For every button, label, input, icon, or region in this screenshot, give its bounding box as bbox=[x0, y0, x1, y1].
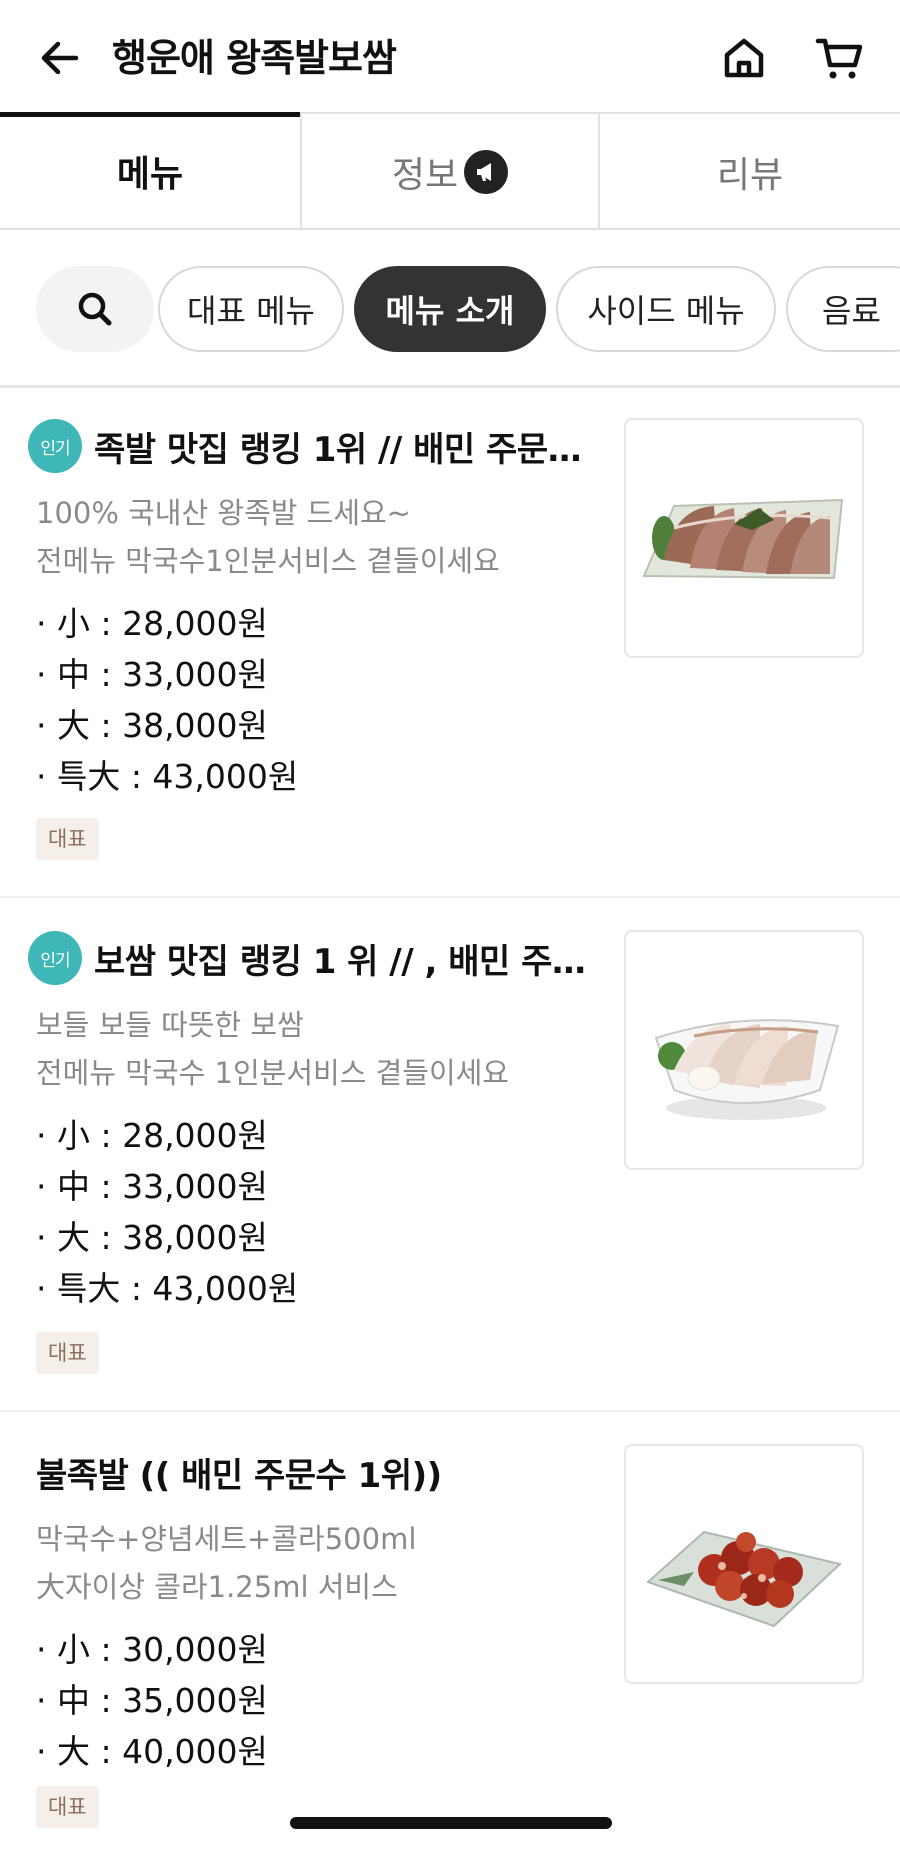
price-line: · 大 : 40,000원 bbox=[36, 1732, 268, 1771]
chip-drinks[interactable]: 음료 bbox=[786, 266, 900, 352]
price-line: · 中 : 35,000원 bbox=[36, 1681, 268, 1720]
price-line: · 中 : 33,000원 bbox=[36, 1167, 268, 1206]
tab-bar: 메뉴 정보 리뷰 bbox=[0, 112, 900, 230]
price-line: · 小 : 30,000원 bbox=[36, 1630, 268, 1669]
store-title: 행운애 왕족발보쌈 bbox=[112, 36, 397, 80]
menu-item-description: 막국수+양념세트+콜라500ml bbox=[36, 1522, 417, 1556]
menu-item-name: 보쌈 맛집 랭킹 1 위 // , 배민 주문수 1위 bbox=[94, 941, 588, 982]
home-icon bbox=[724, 38, 764, 78]
menu-item-description: 보들 보들 따뜻한 보쌈 bbox=[36, 1008, 304, 1042]
representative-tag: 대표 bbox=[36, 1332, 99, 1374]
menu-item-title-row: 인기 족발 맛집 랭킹 1위 // 배민 주문수 1위 bbox=[28, 418, 588, 474]
menu-item-photo[interactable] bbox=[624, 1444, 864, 1684]
menu-item-description: 大자이상 콜라1.25ml 서비스 bbox=[36, 1570, 398, 1604]
jokbal-photo bbox=[642, 498, 844, 580]
menu-item[interactable]: 인기 보쌈 맛집 랭킹 1 위 // , 배민 주문수 1위 보들 보들 따뜻한… bbox=[0, 900, 900, 1412]
menu-item-name: 족발 맛집 랭킹 1위 // 배민 주문수 1위 bbox=[94, 429, 588, 470]
chip-side-menu[interactable]: 사이드 메뉴 bbox=[556, 266, 776, 352]
menu-item-photo[interactable] bbox=[624, 418, 864, 658]
price-list: · 小 : 28,000원 · 中 : 33,000원 · 大 : 38,000… bbox=[36, 1110, 576, 1314]
representative-tag: 대표 bbox=[36, 1786, 99, 1828]
cart-button[interactable] bbox=[812, 30, 868, 86]
price-line: · 특大 : 43,000원 bbox=[36, 757, 299, 796]
price-list: · 小 : 28,000원 · 中 : 33,000원 · 大 : 38,000… bbox=[36, 598, 576, 802]
bossam-photo bbox=[654, 1019, 840, 1120]
tab-menu-label: 메뉴 bbox=[116, 154, 184, 195]
menu-item-description: 전메뉴 막국수1인분서비스 곁들이세요 bbox=[36, 544, 500, 578]
menu-item[interactable]: 인기 족발 맛집 랭킹 1위 // 배민 주문수 1위 100% 국내산 왕족발… bbox=[0, 388, 900, 898]
price-line: · 특大 : 43,000원 bbox=[36, 1269, 299, 1308]
price-line: · 大 : 38,000원 bbox=[36, 1218, 268, 1257]
menu-item-photo[interactable] bbox=[624, 930, 864, 1170]
popular-badge: 인기 bbox=[28, 931, 82, 985]
price-list: · 小 : 30,000원 · 中 : 35,000원 · 大 : 40,000… bbox=[36, 1624, 576, 1777]
chip-representative-menu[interactable]: 대표 메뉴 bbox=[158, 266, 344, 352]
price-line: · 中 : 33,000원 bbox=[36, 655, 268, 694]
price-line: · 小 : 28,000원 bbox=[36, 604, 268, 643]
app-screen: 행운애 왕족발보쌈 메뉴 정보 리뷰 대표 메뉴 메뉴 소개 사이드 메뉴 음료… bbox=[0, 0, 900, 1849]
tab-info-label: 정보 bbox=[391, 155, 459, 196]
menu-item-description: 전메뉴 막국수 1인분서비스 곁들이세요 bbox=[36, 1056, 509, 1090]
tab-review[interactable]: 리뷰 bbox=[600, 112, 900, 230]
price-line: · 小 : 28,000원 bbox=[36, 1116, 268, 1155]
spicy-jokbal-photo bbox=[646, 1530, 843, 1628]
menu-item-title-row: 불족발 (( 배민 주문수 1위)) bbox=[36, 1444, 596, 1500]
tab-menu[interactable]: 메뉴 bbox=[0, 112, 300, 230]
home-button[interactable] bbox=[716, 30, 772, 86]
menu-item-description: 100% 국내산 왕족발 드세요~ bbox=[36, 496, 411, 530]
chip-menu-intro[interactable]: 메뉴 소개 bbox=[354, 266, 546, 352]
menu-item[interactable]: 불족발 (( 배민 주문수 1위)) 막국수+양념세트+콜라500ml 大자이상… bbox=[0, 1414, 900, 1849]
header: 행운애 왕족발보쌈 bbox=[0, 0, 900, 112]
search-icon bbox=[78, 292, 112, 326]
menu-item-name: 불족발 (( 배민 주문수 1위)) bbox=[36, 1455, 442, 1496]
tab-review-label: 리뷰 bbox=[716, 155, 784, 196]
tab-selected-indicator bbox=[0, 112, 300, 117]
cart-icon bbox=[815, 38, 863, 79]
price-line: · 大 : 38,000원 bbox=[36, 706, 268, 745]
representative-tag: 대표 bbox=[36, 818, 99, 860]
back-button[interactable] bbox=[32, 30, 88, 86]
category-chip-bar: 대표 메뉴 메뉴 소개 사이드 메뉴 음료 bbox=[0, 230, 900, 388]
back-arrow-icon bbox=[41, 41, 79, 75]
tab-info[interactable]: 정보 bbox=[300, 112, 600, 230]
popular-badge: 인기 bbox=[28, 419, 82, 473]
megaphone-icon bbox=[464, 150, 509, 194]
home-indicator-bar bbox=[290, 1817, 612, 1829]
menu-search-button[interactable] bbox=[36, 266, 154, 352]
menu-item-title-row: 인기 보쌈 맛집 랭킹 1 위 // , 배민 주문수 1위 bbox=[28, 930, 588, 986]
